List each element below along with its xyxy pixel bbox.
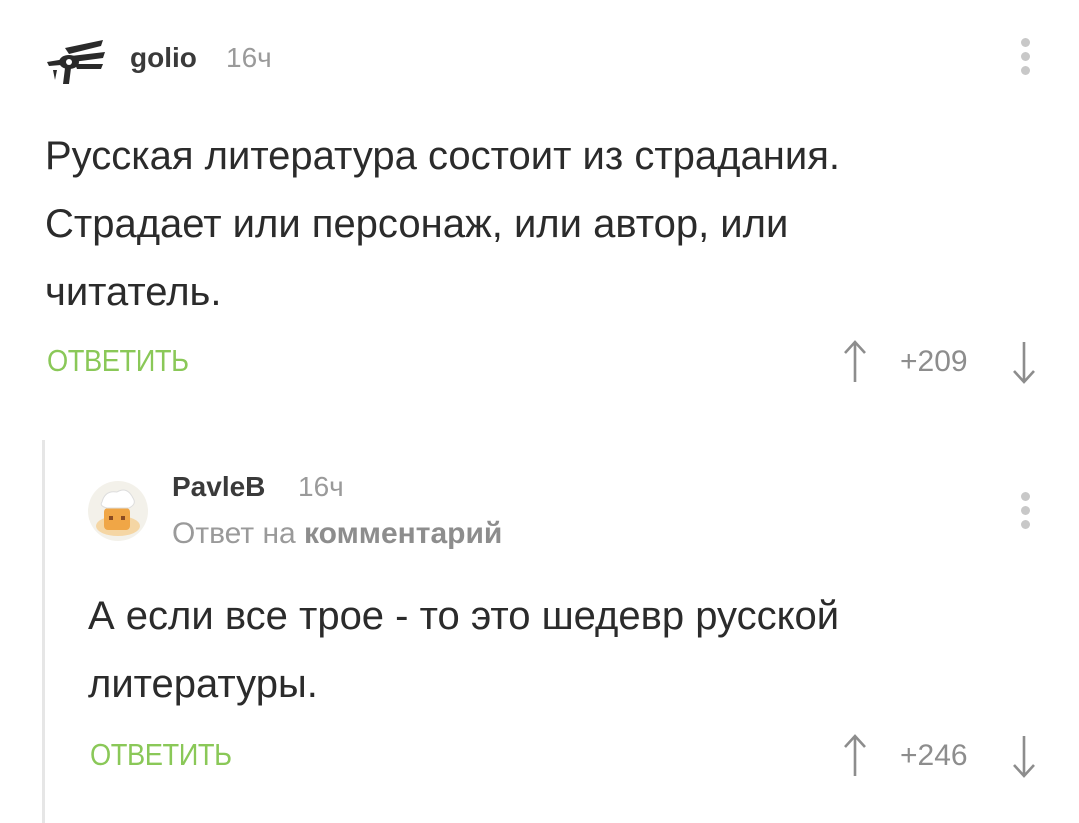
comment-text-line: Страдает или персонаж, или автор, или (45, 202, 789, 246)
comment-author[interactable]: golio (130, 42, 197, 74)
comment-menu-icon[interactable] (1018, 38, 1032, 80)
downvote-arrow-down-icon[interactable] (1011, 734, 1037, 778)
comment-author[interactable]: PavleB (172, 471, 265, 503)
comment-text-line: А если все трое - то это шедевр русской (88, 594, 840, 638)
avatar-winged-eye[interactable] (45, 34, 107, 86)
comment-menu-icon[interactable] (1018, 492, 1032, 534)
upvote-arrow-up-icon[interactable] (842, 340, 868, 384)
thread-line (42, 440, 45, 823)
reply-button[interactable]: ОТВЕТИТЬ (47, 343, 189, 379)
comment-time: 16ч (298, 471, 344, 502)
comment-body: А если все трое - то это шедевр русской … (88, 582, 1048, 718)
comment-text-line: Русская литература состоит из страдания. (45, 134, 840, 178)
comment-score: +209 (900, 345, 968, 378)
reply-to-link[interactable]: комментарий (304, 517, 502, 550)
comment-time: 16ч (226, 42, 272, 73)
comment-text-line: читатель. (45, 270, 222, 314)
upvote-arrow-up-icon[interactable] (842, 734, 868, 778)
reply-to-info: Ответ на комментарий (172, 517, 502, 551)
reply-to-prefix: Ответ на (172, 517, 296, 550)
downvote-arrow-down-icon[interactable] (1011, 340, 1037, 384)
comment-score: +246 (900, 739, 968, 772)
comment-text-line: литературы. (88, 662, 318, 706)
comment-body: Русская литература состоит из страдания.… (45, 122, 1045, 326)
avatar-chef[interactable] (87, 480, 149, 542)
reply-button[interactable]: ОТВЕТИТЬ (90, 737, 232, 773)
